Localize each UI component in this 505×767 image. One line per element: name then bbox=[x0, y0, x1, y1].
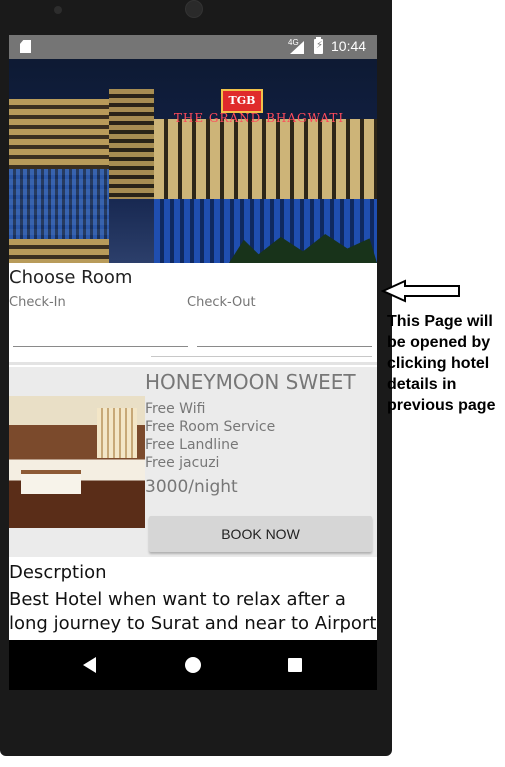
check-out-label: Check-Out bbox=[187, 295, 256, 310]
room-image bbox=[9, 396, 145, 528]
arrow-left-icon bbox=[381, 279, 460, 303]
description-text: Best Hotel when want to relax after a lo… bbox=[9, 589, 377, 634]
home-icon[interactable] bbox=[185, 657, 201, 673]
section-divider bbox=[9, 362, 377, 365]
room-card: HONEYMOON SWEET Free Wifi Free Room Serv… bbox=[9, 367, 377, 557]
hotel-logo: TGB bbox=[221, 89, 263, 113]
check-in-input[interactable] bbox=[13, 331, 188, 347]
description-title: Descrption bbox=[9, 562, 107, 583]
navigation-bar bbox=[9, 640, 377, 690]
sd-card-icon bbox=[20, 40, 31, 53]
room-name: HONEYMOON SWEET bbox=[145, 370, 356, 394]
divider bbox=[151, 356, 372, 357]
building-left-lights bbox=[9, 169, 109, 239]
amenity-item: Free Room Service bbox=[145, 419, 276, 435]
room-bed bbox=[21, 470, 81, 494]
app-screen: 4G ⚡ 10:44 TGB THE GRAND BHAGWATI Choose… bbox=[9, 35, 377, 690]
choose-room-title: Choose Room bbox=[9, 267, 133, 288]
back-icon[interactable] bbox=[83, 657, 96, 673]
amenity-item: Free jacuzi bbox=[145, 455, 220, 471]
room-price: 3000/night bbox=[145, 477, 238, 497]
amenity-item: Free Landline bbox=[145, 437, 239, 453]
building-middle bbox=[109, 89, 154, 199]
network-type: 4G bbox=[288, 38, 299, 47]
book-now-button[interactable]: BOOK NOW bbox=[149, 516, 372, 552]
room-window bbox=[97, 408, 137, 458]
status-time: 10:44 bbox=[331, 38, 367, 54]
phone-frame: 4G ⚡ 10:44 TGB THE GRAND BHAGWATI Choose… bbox=[0, 0, 392, 756]
status-bar: 4G ⚡ 10:44 bbox=[9, 35, 377, 59]
hotel-image: TGB THE GRAND BHAGWATI bbox=[9, 59, 377, 263]
annotation-text: This Page will be opened by clicking hot… bbox=[387, 313, 496, 414]
recent-apps-icon[interactable] bbox=[288, 658, 302, 672]
amenity-item: Free Wifi bbox=[145, 401, 206, 417]
hotel-sign: THE GRAND BHAGWATI bbox=[173, 111, 345, 125]
camera-icon bbox=[185, 0, 203, 18]
sensor-icon bbox=[54, 6, 62, 14]
battery-icon: ⚡ bbox=[314, 37, 323, 54]
check-out-input[interactable] bbox=[197, 331, 372, 347]
check-in-label: Check-In bbox=[9, 295, 66, 310]
